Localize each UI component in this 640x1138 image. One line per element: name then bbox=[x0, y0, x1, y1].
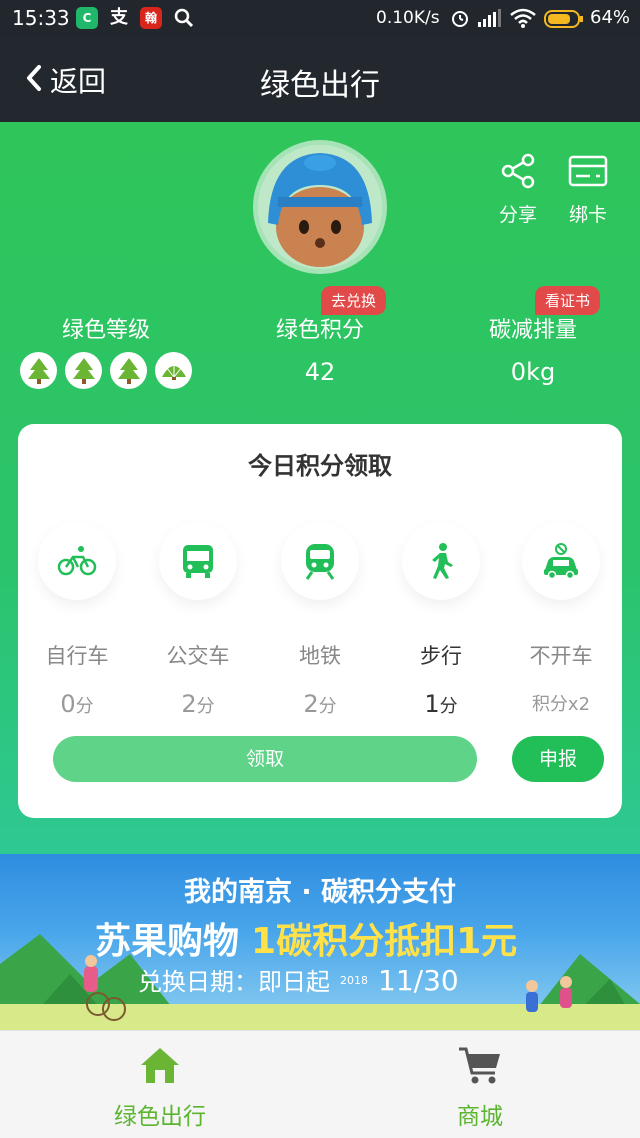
mode-name: 不开车 bbox=[529, 644, 593, 668]
mode-name: 自行车 bbox=[45, 644, 109, 668]
network-speed: 0.10K/s bbox=[376, 8, 440, 28]
battery-percent: 64% bbox=[590, 7, 631, 28]
leaf-fan-icon bbox=[155, 352, 192, 389]
mode-points: 2分 bbox=[303, 690, 337, 718]
nav-mall[interactable]: 商城 bbox=[380, 1045, 580, 1131]
mode-no-driving[interactable]: 不开车 积分x2 bbox=[506, 522, 616, 716]
green-hero: 分享 绑卡 绿色等级 去兑换 绿色积分 42 看证书 碳减排量 0kg 今日积分 bbox=[0, 122, 640, 854]
green-points-value: 42 bbox=[304, 358, 336, 386]
mode-subway[interactable]: 地铁 2分 bbox=[265, 522, 375, 718]
share-icon bbox=[499, 153, 537, 194]
banner-line1: 我的南京 · 碳积分支付 bbox=[183, 877, 457, 908]
certificate-tag[interactable]: 看证书 bbox=[535, 286, 601, 315]
banner-line3: 兑换日期：即日起 2018 11/30 bbox=[138, 964, 459, 997]
page-title: 绿色出行 bbox=[260, 68, 380, 103]
share-button[interactable]: 分享 bbox=[486, 152, 550, 227]
cart-icon bbox=[457, 1047, 503, 1089]
bind-card-label: 绑卡 bbox=[568, 204, 607, 226]
carbon-reduction-label: 碳减排量 bbox=[488, 318, 577, 343]
card-icon bbox=[568, 155, 608, 194]
carbon-reduction-value: 0kg bbox=[510, 358, 556, 386]
nav-label: 商城 bbox=[457, 1104, 503, 1130]
home-icon bbox=[138, 1048, 182, 1089]
mode-name: 步行 bbox=[420, 644, 462, 668]
report-button[interactable]: 申报 bbox=[512, 736, 604, 782]
mode-points: 2分 bbox=[181, 690, 215, 718]
wifi-icon bbox=[510, 8, 536, 32]
nav-label: 绿色出行 bbox=[114, 1104, 206, 1130]
share-label: 分享 bbox=[498, 204, 537, 226]
mode-walking[interactable]: 步行 1分 bbox=[386, 522, 496, 718]
signal-icon bbox=[478, 9, 502, 31]
walking-icon[interactable] bbox=[402, 522, 480, 600]
green-points-stat: 绿色积分 42 bbox=[268, 312, 372, 386]
battery-icon bbox=[544, 10, 584, 32]
mode-name: 公交车 bbox=[166, 644, 230, 668]
status-time: 15:33 bbox=[12, 6, 70, 30]
mode-points: 0分 bbox=[60, 690, 94, 718]
card-title: 今日积分领取 bbox=[248, 452, 392, 480]
search-notification-icon bbox=[174, 8, 194, 32]
title-bar: 返回 绿色出行 bbox=[0, 36, 640, 122]
no-car-icon[interactable] bbox=[522, 522, 600, 600]
mode-points: 积分x2 bbox=[531, 694, 591, 715]
app-notification-icon: C bbox=[76, 7, 98, 29]
green-level-stat: 绿色等级 bbox=[56, 312, 156, 344]
subway-icon[interactable] bbox=[281, 522, 359, 600]
alarm-icon bbox=[450, 8, 470, 32]
alipay-notification-icon: 支 bbox=[110, 7, 128, 28]
status-bar: 15:33 C 支 翰 0.10K/s 64% bbox=[0, 0, 640, 36]
bicycle-icon[interactable] bbox=[38, 522, 116, 600]
tree-icon bbox=[65, 352, 102, 389]
bus-icon[interactable] bbox=[159, 522, 237, 600]
news-notification-icon: 翰 bbox=[140, 7, 162, 29]
mode-bicycle[interactable]: 自行车 0分 bbox=[22, 522, 132, 718]
nav-green-travel[interactable]: 绿色出行 bbox=[60, 1045, 260, 1131]
redeem-tag[interactable]: 去兑换 bbox=[321, 286, 387, 315]
green-level-label: 绿色等级 bbox=[61, 318, 150, 343]
level-icons bbox=[20, 352, 192, 389]
promo-banner[interactable]: 我的南京 · 碳积分支付 苏果购物 1碳积分抵扣1元 兑换日期：即日起 2018 11… bbox=[0, 854, 640, 1030]
avatar[interactable] bbox=[253, 140, 387, 274]
carbon-reduction-stat: 碳减排量 0kg bbox=[482, 312, 584, 386]
tree-icon bbox=[20, 352, 57, 389]
tree-icon bbox=[110, 352, 147, 389]
mode-points: 1分 bbox=[424, 690, 458, 718]
claim-button[interactable]: 领取 bbox=[53, 736, 477, 782]
mode-bus[interactable]: 公交车 2分 bbox=[143, 522, 253, 718]
daily-points-card: 今日积分领取 自行车 0分 公交车 2分 地铁 2分 步行 1分 不开车 积分x… bbox=[18, 424, 622, 818]
bind-card-button[interactable]: 绑卡 bbox=[556, 152, 620, 227]
banner-line2: 苏果购物 1碳积分抵扣1元 bbox=[95, 921, 518, 962]
bottom-nav: 绿色出行 商城 bbox=[0, 1030, 640, 1138]
green-points-label: 绿色积分 bbox=[275, 318, 364, 343]
mode-name: 地铁 bbox=[299, 644, 341, 668]
